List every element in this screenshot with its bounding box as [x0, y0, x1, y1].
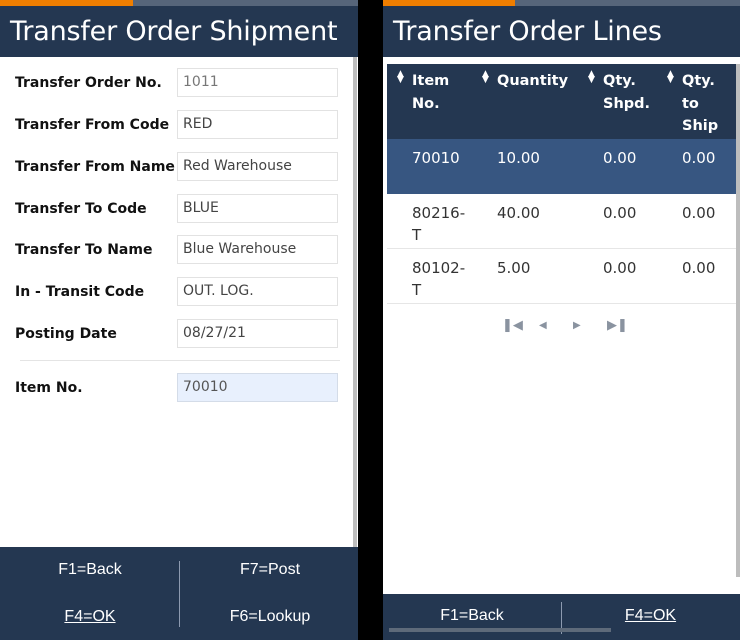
- cell-qty-to-ship: 0.00: [682, 259, 716, 277]
- table-row[interactable]: 80102- T 5.00 0.00 0.00: [387, 249, 740, 304]
- next-page-icon[interactable]: ▶: [573, 320, 581, 331]
- panel-header: Transfer Order Shipment: [0, 6, 358, 57]
- footer-divider: [179, 561, 180, 627]
- sort-icon: ▲ ▼: [667, 69, 674, 85]
- page-title: Transfer Order Lines: [393, 16, 662, 47]
- cell-item-no: 70010: [412, 149, 460, 167]
- field-label: In - Transit Code: [15, 284, 145, 300]
- field-transfer-order-no: Transfer Order No. 1011: [0, 68, 352, 98]
- field-label: Transfer From Name: [15, 159, 175, 175]
- ok-button[interactable]: F4=OK: [0, 608, 180, 626]
- function-key-bar: F1=Back F4=OK: [383, 594, 740, 640]
- transfer-to-code-input[interactable]: BLUE: [177, 194, 338, 223]
- cell-quantity: 40.00: [497, 204, 540, 222]
- function-key-bar: F1=Back F7=Post F4=OK F6=Lookup: [0, 547, 358, 640]
- sort-icon: ▲ ▼: [482, 69, 489, 85]
- cell-quantity: 10.00: [497, 149, 540, 167]
- field-posting-date: Posting Date 08/27/21: [0, 319, 352, 349]
- pagination: ❚◀ ◀ ▶ ▶❚: [387, 318, 737, 338]
- prev-page-icon[interactable]: ◀: [539, 320, 547, 331]
- field-item-no: Item No. 70010: [0, 373, 352, 403]
- transfer-from-code-input[interactable]: RED: [177, 110, 338, 139]
- table-header: ▲ ▼ Item No. ▲ ▼ Quantity ▲ ▼ Qty. Shpd. ▲ ▼ Qty…: [387, 64, 740, 139]
- cell-qty-shpd: 0.00: [603, 259, 637, 277]
- page-title: Transfer Order Shipment: [10, 16, 338, 47]
- sort-icon: ▲ ▼: [397, 69, 404, 85]
- sort-icon: ▲ ▼: [588, 69, 595, 85]
- field-label: Item No.: [15, 380, 83, 396]
- field-transfer-to-name: Transfer To Name Blue Warehouse: [0, 235, 352, 265]
- back-button[interactable]: F1=Back: [0, 561, 180, 579]
- field-in-transit-code: In - Transit Code OUT. LOG.: [0, 277, 352, 307]
- table-row[interactable]: 70010 10.00 0.00 0.00: [387, 139, 740, 194]
- transfer-to-name-input[interactable]: Blue Warehouse: [177, 235, 338, 264]
- transfer-from-name-input[interactable]: Red Warehouse: [177, 152, 338, 181]
- horizontal-scrollbar[interactable]: [389, 628, 611, 632]
- field-label: Transfer To Code: [15, 201, 147, 217]
- transfer-order-lines-panel: Transfer Order Lines ▲ ▼ Item No. ▲ ▼ Quanti…: [383, 0, 740, 640]
- transfer-order-no-input[interactable]: 1011: [177, 68, 338, 97]
- cell-item-no: 80102- T: [412, 259, 466, 299]
- form-divider: [20, 360, 340, 361]
- cell-qty-shpd: 0.00: [603, 204, 637, 222]
- item-no-input[interactable]: 70010: [177, 373, 338, 402]
- lookup-button[interactable]: F6=Lookup: [180, 608, 358, 626]
- column-header-qty-shpd[interactable]: ▲ ▼ Qty. Shpd.: [588, 70, 650, 115]
- field-transfer-from-code: Transfer From Code RED: [0, 110, 352, 140]
- post-button[interactable]: F7=Post: [180, 561, 358, 579]
- back-button[interactable]: F1=Back: [383, 607, 561, 625]
- cell-qty-shpd: 0.00: [603, 149, 637, 167]
- ok-button[interactable]: F4=OK: [561, 607, 740, 625]
- in-transit-code-input[interactable]: OUT. LOG.: [177, 277, 338, 306]
- field-transfer-to-code: Transfer To Code BLUE: [0, 194, 352, 224]
- transfer-order-shipment-panel: Transfer Order Shipment Transfer Order N…: [0, 0, 358, 640]
- cell-qty-to-ship: 0.00: [682, 149, 716, 167]
- column-header-item-no[interactable]: ▲ ▼ Item No.: [397, 70, 449, 115]
- cell-item-no: 80216- T: [412, 204, 466, 244]
- vertical-scrollbar[interactable]: [736, 64, 740, 577]
- column-header-qty-to-ship[interactable]: ▲ ▼ Qty. to Ship: [667, 70, 718, 137]
- panel-header: Transfer Order Lines: [383, 6, 740, 57]
- cell-quantity: 5.00: [497, 259, 531, 277]
- field-label: Transfer Order No.: [15, 75, 162, 91]
- vertical-scrollbar[interactable]: [353, 57, 357, 612]
- cell-qty-to-ship: 0.00: [682, 204, 716, 222]
- posting-date-input[interactable]: 08/27/21: [177, 319, 338, 348]
- last-page-icon[interactable]: ▶❚: [607, 318, 628, 333]
- field-label: Transfer To Name: [15, 242, 153, 258]
- field-transfer-from-name: Transfer From Name Red Warehouse: [0, 152, 352, 182]
- field-label: Posting Date: [15, 326, 117, 342]
- table-row[interactable]: 80216- T 40.00 0.00 0.00: [387, 194, 740, 249]
- field-label: Transfer From Code: [15, 117, 170, 133]
- first-page-icon[interactable]: ❚◀: [502, 318, 523, 333]
- column-header-quantity[interactable]: ▲ ▼ Quantity: [482, 70, 568, 93]
